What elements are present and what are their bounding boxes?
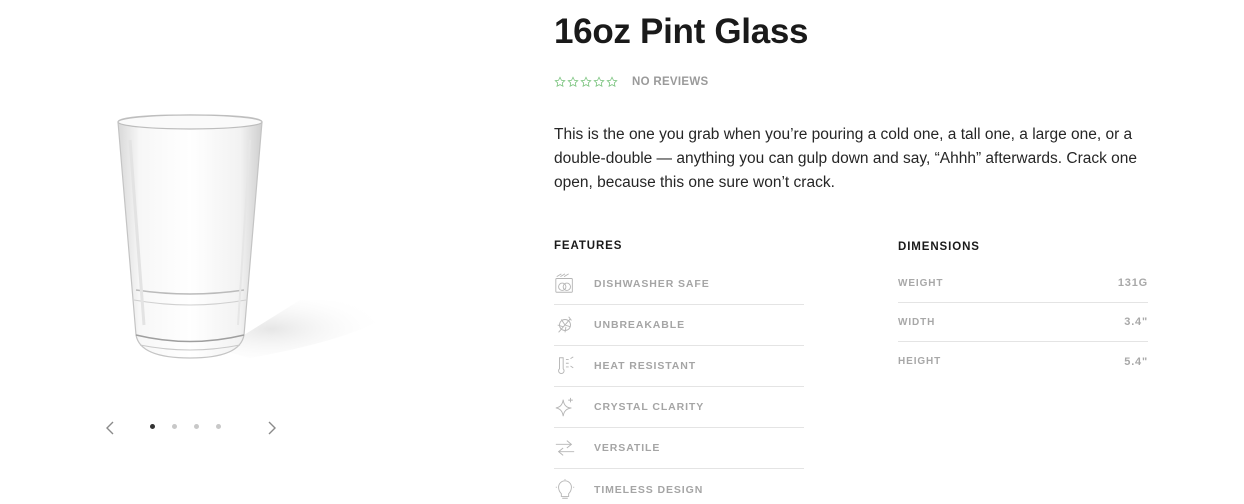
dimension-row-height: HEIGHT 5.4" <box>898 342 1148 381</box>
star-icon <box>606 76 618 88</box>
dimensions-heading: DIMENSIONS <box>898 241 980 253</box>
product-gallery <box>0 0 500 504</box>
chevron-right-icon <box>268 421 276 435</box>
dimension-row-weight: WEIGHT 131G <box>898 264 1148 303</box>
feature-label: UNBREAKABLE <box>594 319 685 331</box>
thermometer-icon <box>558 356 574 374</box>
gallery-dot-3[interactable] <box>194 424 199 429</box>
feature-label: HEAT RESISTANT <box>594 360 697 372</box>
feature-label: DISHWASHER SAFE <box>594 278 710 290</box>
star-icon <box>567 76 579 88</box>
feature-item: CRYSTAL CLARITY <box>554 387 804 428</box>
feature-item: TIMELESS DESIGN <box>554 469 804 504</box>
dimension-label: WIDTH <box>898 316 936 328</box>
star-icon <box>580 76 592 88</box>
dimension-value: 3.4" <box>1124 316 1148 328</box>
dimension-label: HEIGHT <box>898 356 942 367</box>
shatter-icon <box>557 316 572 333</box>
star-icon <box>554 76 566 88</box>
star-rating[interactable] <box>554 76 618 88</box>
feature-item: VERSATILE <box>554 428 804 469</box>
feature-label: TIMELESS DESIGN <box>594 483 704 496</box>
feature-label: VERSATILE <box>594 442 661 454</box>
product-image <box>117 114 390 359</box>
product-description: This is the one you grab when you’re pou… <box>554 126 1138 191</box>
reviews-link[interactable]: NO REVIEWS <box>632 76 708 88</box>
dimension-value: 5.4" <box>1124 355 1148 368</box>
gallery-dot-2[interactable] <box>172 424 177 429</box>
dimension-label: WEIGHT <box>898 277 944 289</box>
product-rating: NO REVIEWS <box>554 76 708 88</box>
gallery-dot-4[interactable] <box>216 424 221 429</box>
sparkle-icon <box>555 397 573 417</box>
gallery-pagination <box>150 424 221 429</box>
dishwasher-icon <box>555 273 573 293</box>
dimensions-list: WEIGHT 131G WIDTH 3.4" HEIGHT 5.4" <box>898 264 1148 381</box>
feature-item: HEAT RESISTANT <box>554 346 804 387</box>
gallery-prev-button[interactable] <box>98 414 122 442</box>
feature-item: DISHWASHER SAFE <box>554 264 804 305</box>
feature-item: UNBREAKABLE <box>554 305 804 346</box>
features-heading: FEATURES <box>554 240 623 252</box>
product-title: 16oz Pint Glass <box>554 12 809 51</box>
chevron-left-icon <box>106 421 114 435</box>
features-list: DISHWASHER SAFE UNBREAKABLE HEAT RESISTA… <box>554 264 804 504</box>
dimension-row-width: WIDTH 3.4" <box>898 303 1148 342</box>
gallery-next-button[interactable] <box>260 414 284 442</box>
lightbulb-icon <box>555 478 575 499</box>
feature-label: CRYSTAL CLARITY <box>594 401 705 413</box>
arrows-icon <box>555 440 575 456</box>
gallery-dot-1[interactable] <box>150 424 155 429</box>
dimension-value: 131G <box>1117 277 1148 289</box>
star-icon <box>593 76 605 88</box>
